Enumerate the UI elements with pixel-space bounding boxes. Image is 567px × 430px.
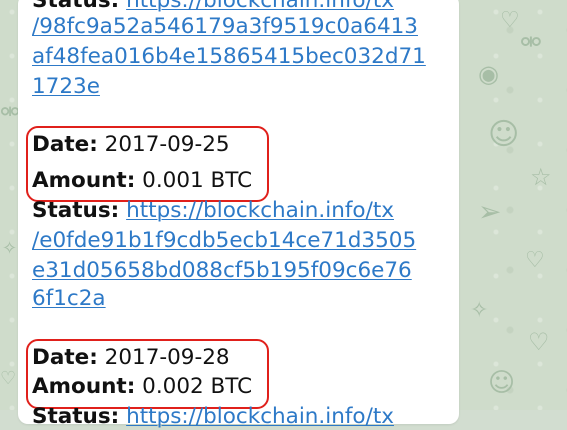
transaction-link[interactable]: https://blockchain.info/tx: [126, 404, 394, 429]
heart-icon: ♡: [500, 8, 520, 33]
status-label: Status:: [32, 0, 120, 13]
amount-value: 0.001 BTC: [142, 168, 253, 193]
transaction-link[interactable]: https://blockchain.info/tx: [126, 0, 394, 13]
date-label: Date:: [32, 132, 98, 157]
date-line: Date: 2017-09-25: [32, 132, 230, 158]
star-icon: ✧: [2, 238, 18, 259]
transaction-link[interactable]: /98fc9a52a546179a3f9519c0a6413: [32, 14, 418, 40]
date-value: 2017-09-28: [104, 345, 230, 370]
star-icon: ☆: [530, 163, 552, 191]
star-icon: ✧: [470, 298, 489, 323]
status-line: Status: https://blockchain.info/tx: [32, 0, 394, 14]
paper-plane-icon: ➢: [478, 195, 502, 228]
transaction-link[interactable]: /e0fde91b1f9cdb5ecb14ce71d3505: [32, 228, 416, 254]
status-line: Status: https://blockchain.info/tx: [32, 404, 394, 430]
transaction-link[interactable]: 1723e: [32, 74, 100, 100]
heart-icon: ♡: [528, 328, 550, 356]
amount-value: 0.002 BTC: [142, 374, 253, 399]
cat-icon: ☺: [488, 368, 516, 398]
date-value: 2017-09-25: [104, 132, 230, 157]
amount-label: Amount:: [32, 168, 136, 193]
date-line: Date: 2017-09-28: [32, 345, 230, 371]
transaction-link[interactable]: af48fea016b4e15865415bec032d71: [32, 44, 426, 70]
heart-icon: ♡: [525, 248, 545, 273]
fish-icon: ◉: [478, 60, 499, 88]
status-label: Status:: [32, 404, 120, 429]
heart-icon: ♡: [0, 368, 17, 389]
transaction-link[interactable]: https://blockchain.info/tx: [126, 198, 394, 223]
amount-line: Amount: 0.002 BTC: [32, 374, 252, 400]
status-label: Status:: [32, 198, 120, 223]
transaction-link[interactable]: 6f1c2a: [32, 286, 106, 312]
amount-line: Amount: 0.001 BTC: [32, 168, 252, 194]
bone-icon: ⚮: [520, 28, 542, 58]
transaction-link[interactable]: e31d05658bd088cf5b195f09c6e76: [32, 258, 412, 284]
cat-icon: ☺: [488, 117, 520, 152]
date-label: Date:: [32, 345, 98, 370]
amount-label: Amount:: [32, 374, 136, 399]
status-line: Status: https://blockchain.info/tx: [32, 198, 394, 224]
